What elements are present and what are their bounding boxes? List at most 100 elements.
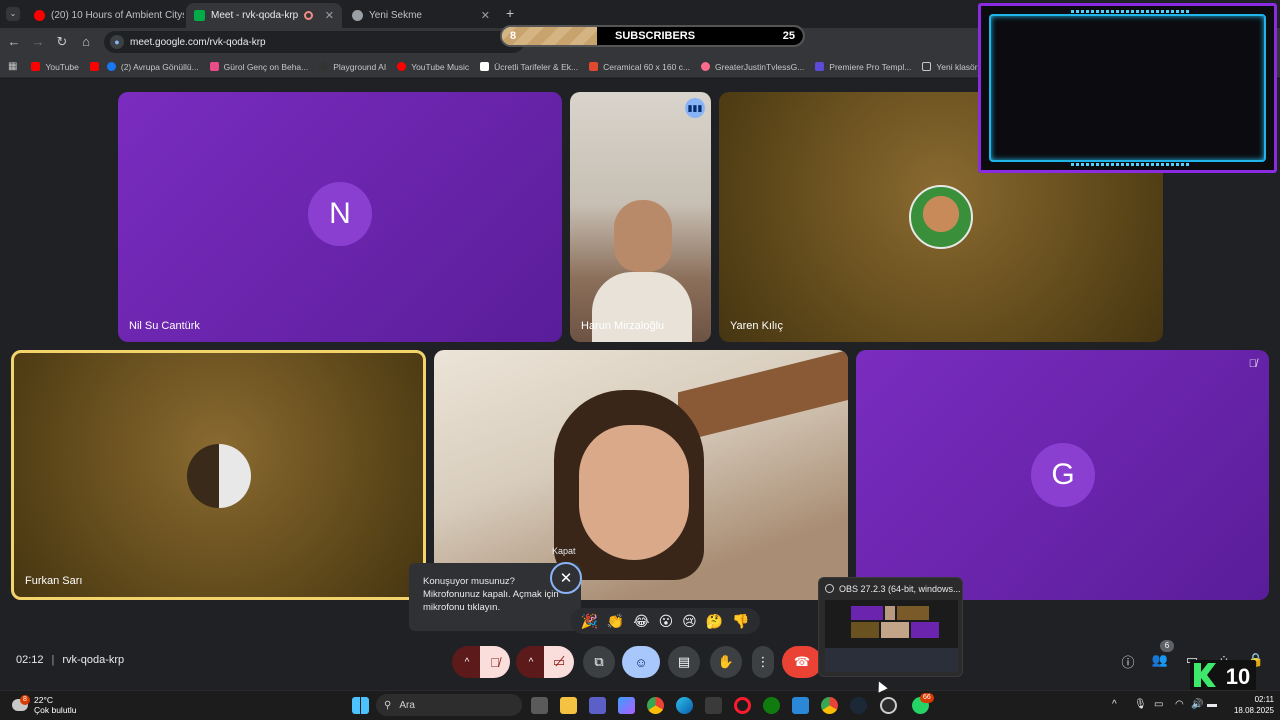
taskbar-search-field[interactable]: ⚲ Ara [376, 694, 522, 716]
bookmark-premiere[interactable]: Premiere Pro Templ... [815, 62, 911, 72]
facebook-icon [106, 62, 116, 71]
tab-meet[interactable]: Meet - rvk-qoda-krp ✕ [186, 3, 342, 28]
close-tab-icon[interactable]: ✕ [475, 9, 490, 22]
behance-icon [209, 62, 219, 71]
tt-icon [480, 62, 490, 71]
captions-button[interactable]: ▤ [668, 646, 700, 678]
windows-start-icon[interactable] [352, 697, 369, 714]
reaction-thumbs-down[interactable]: 👎 [732, 613, 749, 630]
stream-overlay-dash-top [1071, 10, 1191, 13]
meeting-details-button[interactable]: ⓘ [1118, 652, 1138, 672]
audio-options-button[interactable]: ^ [452, 646, 482, 678]
weather-badge: 8 [20, 695, 30, 705]
store-icon[interactable] [792, 697, 809, 714]
meeting-code: rvk-qoda-krp [62, 654, 125, 666]
wifi-icon[interactable]: ◠ [1175, 699, 1184, 710]
reactions-button[interactable]: ☺ [622, 646, 660, 678]
url-field[interactable]: ● meet.google.com/rvk-qoda-krp [104, 31, 524, 53]
bookmark-folder[interactable]: Yeni klasör [922, 62, 978, 72]
camera-off-icon: ▭̸ [552, 654, 566, 669]
show-hidden-icons-icon[interactable]: ^ [1112, 699, 1117, 710]
k10-logo-text: 10 [1226, 664, 1250, 689]
tab-new[interactable]: Yeni Sekme ✕ [344, 3, 498, 28]
bookmark-playground[interactable]: Playground AI [319, 62, 386, 72]
subscriber-label: SUBSCRIBERS [615, 30, 696, 42]
participant-name: Nil Su Cantürk [129, 320, 200, 332]
teams-icon[interactable] [589, 697, 606, 714]
copilot-icon[interactable] [618, 697, 635, 714]
audio-level-icon: ▮▮▮ [685, 98, 705, 118]
popup-close-button[interactable]: ✕ [550, 562, 582, 594]
close-tab-icon[interactable]: ✕ [319, 9, 334, 22]
video-person [579, 425, 689, 560]
back-icon[interactable]: ← [6, 34, 22, 49]
chrome-icon[interactable] [647, 697, 664, 714]
reaction-thinking[interactable]: 🤔 [706, 613, 723, 630]
raise-hand-button[interactable]: ✋ [710, 646, 742, 678]
apps-grid-icon[interactable]: ▦ [8, 61, 17, 72]
taskbar-clock[interactable]: 02:11 18.08.2025 [1228, 694, 1274, 716]
bookmark-greaterjustin[interactable]: GreaterJustinTvlessG... [701, 62, 804, 72]
reaction-laugh[interactable]: 😂 [633, 613, 649, 630]
search-icon: ⚲ [384, 699, 392, 711]
bookmark-youtube[interactable]: YouTube [31, 62, 79, 72]
opera-icon[interactable] [734, 697, 751, 714]
steam-icon[interactable] [850, 697, 867, 714]
participant-tile[interactable]: ▮▮▮ Harun Mirzaloğlu [570, 92, 711, 342]
obs-thumb-tile [897, 606, 929, 620]
obs-preview-thumbnail [825, 600, 958, 672]
video-options-button[interactable]: ^ [516, 646, 546, 678]
home-icon[interactable]: ⌂ [78, 34, 94, 49]
info-icon: ⓘ [1121, 655, 1135, 670]
xbox-icon[interactable] [763, 697, 780, 714]
clock-date: 18.08.2025 [1233, 706, 1274, 715]
obs-thumb-tile [851, 606, 883, 620]
tab-youtube[interactable]: (20) 10 Hours of Ambient Citysc ✕ [26, 3, 184, 28]
battery-icon[interactable]: ▬ [1207, 699, 1217, 710]
participant-tile-active[interactable]: Furkan Sarı [11, 350, 426, 600]
present-screen-button[interactable]: ⧉ [583, 646, 615, 678]
weather-widget[interactable]: 8 22°C Çok bulutlu [12, 695, 77, 715]
chrome-favicon-icon [352, 10, 363, 21]
obs-thumb-tile [851, 622, 879, 638]
edge-icon[interactable] [676, 697, 693, 714]
bookmark-youtube-music[interactable]: YouTube Music [397, 62, 469, 72]
volume-icon[interactable]: 🔊 [1191, 699, 1203, 710]
reload-icon[interactable]: ↻ [54, 34, 70, 50]
youtube-music-icon [397, 62, 407, 71]
more-options-button[interactable]: ⋮ [752, 646, 774, 678]
leave-call-button[interactable]: ☎ [782, 646, 822, 678]
reactions-bar: 🎉 👏 😂 😮 😢 🤔 👎 [570, 608, 760, 634]
present-icon: ⧉ [594, 654, 604, 669]
tray-app-icon[interactable]: ▭ [1154, 699, 1163, 710]
microphone-tray-icon[interactable]: 🎙 [1134, 699, 1147, 710]
obs-icon[interactable] [880, 697, 897, 714]
new-tab-button[interactable]: + [506, 5, 514, 21]
people-button[interactable]: 👥 [1150, 652, 1170, 672]
site-info-icon[interactable]: ● [110, 35, 124, 49]
participant-count-badge: 6 [1160, 640, 1174, 652]
reaction-surprised[interactable]: 😮 [659, 613, 674, 630]
participant-tile[interactable]: N Nil Su Cantürk [118, 92, 562, 342]
bookmark-ceramical[interactable]: Ceramical 60 x 160 c... [589, 62, 690, 72]
vpn-icon[interactable] [705, 697, 722, 714]
forward-icon[interactable]: → [30, 34, 46, 49]
tab-search-button[interactable]: ⌄ [6, 7, 20, 21]
obs-taskbar-preview[interactable]: OBS 27.2.3 (64-bit, windows... [818, 577, 963, 677]
video-wood-ceiling [678, 350, 848, 443]
video-person [614, 200, 672, 272]
reaction-sad[interactable]: 😢 [682, 613, 697, 630]
chrome-icon[interactable] [821, 697, 838, 714]
bookmark-avrupa[interactable]: (2) Avrupa Gönüllü... [89, 62, 199, 72]
reaction-clap[interactable]: 👏 [607, 613, 624, 630]
bookmark-tarifeler[interactable]: Ücretli Tarifeler & Ek... [480, 62, 578, 72]
participant-tile[interactable]: G 🎙̸ [856, 350, 1269, 600]
reaction-party[interactable]: 🎉 [580, 613, 597, 630]
file-explorer-icon[interactable] [560, 697, 577, 714]
meeting-info-separator: | [51, 654, 55, 666]
bookmark-gurol[interactable]: Gürol Genç on Beha... [209, 62, 308, 72]
clock-time: 02:11 [1254, 695, 1274, 704]
task-view-icon[interactable] [531, 697, 548, 714]
obs-thumb-tile [881, 622, 909, 638]
youtube-icon [31, 62, 41, 71]
